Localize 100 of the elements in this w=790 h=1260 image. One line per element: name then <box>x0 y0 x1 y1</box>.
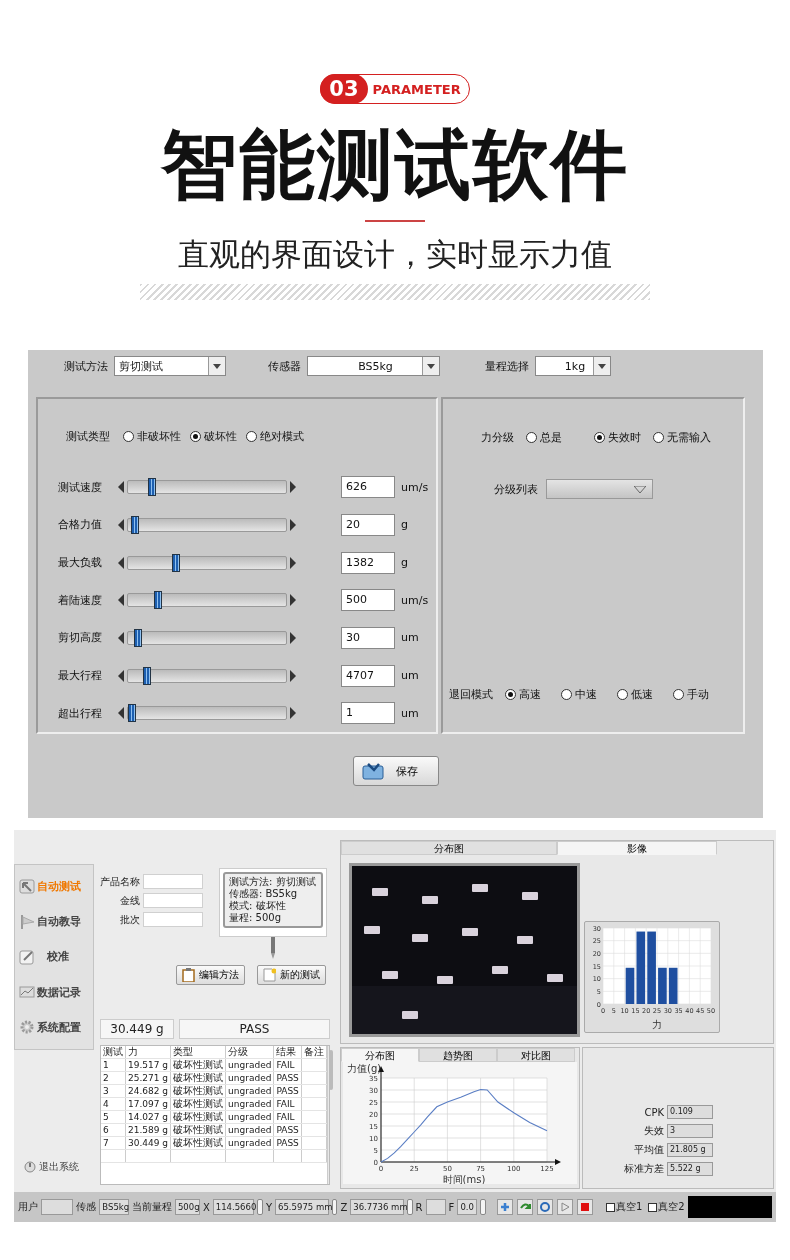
radio-option[interactable]: 失效时 <box>594 429 641 445</box>
page-title: 智能测试软件 <box>161 120 629 210</box>
input-field[interactable]: 500g <box>174 1199 200 1215</box>
slider-handle[interactable] <box>480 1199 486 1215</box>
stop-button[interactable] <box>576 1199 593 1215</box>
radio-icon[interactable] <box>673 688 684 700</box>
column-header: 结果 <box>273 1046 302 1059</box>
slider[interactable] <box>127 630 287 645</box>
slider-thumb[interactable] <box>134 628 142 647</box>
probe-drawing <box>269 937 277 959</box>
slider[interactable] <box>127 555 287 570</box>
section-number: 03 <box>320 74 368 104</box>
radio-option[interactable]: 非破坏性 <box>123 429 181 445</box>
input-field[interactable]: 4707 <box>341 664 395 687</box>
slider-thumb[interactable] <box>128 704 136 723</box>
slider[interactable] <box>127 480 287 495</box>
table-cell: 7 <box>101 1136 126 1150</box>
input-field[interactable]: 30 <box>341 626 395 649</box>
slider[interactable] <box>127 593 287 608</box>
table-cell: 破坏性测试 <box>170 1110 226 1124</box>
checkbox[interactable]: 真空1 <box>605 1200 643 1214</box>
input-field[interactable]: 500 <box>341 589 395 612</box>
unit-label: um/s <box>401 593 429 607</box>
dropdown[interactable]: BS5kg <box>307 356 440 376</box>
radio-option[interactable]: 高速 <box>505 686 541 702</box>
add-button[interactable] <box>496 1199 513 1215</box>
input-field[interactable] <box>143 893 203 908</box>
tab[interactable]: 分布图 <box>341 1048 419 1062</box>
radio-option[interactable]: 无需输入 <box>653 429 711 445</box>
radio-icon[interactable] <box>653 431 664 443</box>
slider[interactable] <box>127 706 287 721</box>
slider-thumb[interactable] <box>153 591 162 610</box>
radio-option[interactable]: 破坏性 <box>190 429 237 445</box>
radio-icon[interactable] <box>617 688 628 700</box>
checkbox[interactable]: 真空2 <box>648 1200 685 1214</box>
tab[interactable]: 分布图 <box>341 841 557 855</box>
dropdown[interactable]: 剪切测试 <box>114 356 226 376</box>
input-field[interactable]: BS5kg <box>99 1199 129 1215</box>
exit-button[interactable]: 退出系统 <box>14 1160 94 1174</box>
checkbox-icon[interactable] <box>648 1202 658 1212</box>
table-cell: ungraded <box>225 1136 274 1150</box>
play-icon <box>558 1201 571 1213</box>
radio-icon[interactable] <box>505 688 516 700</box>
slider[interactable] <box>127 668 287 683</box>
input-field[interactable]: 0.0 <box>457 1199 478 1215</box>
table-cell: PASS <box>273 1084 302 1098</box>
unit-label: um <box>401 631 419 645</box>
radio-option[interactable]: 中速 <box>561 686 597 702</box>
result-display: PASS <box>179 1019 330 1039</box>
slider[interactable] <box>127 517 287 532</box>
tab[interactable]: 趋势图 <box>419 1048 497 1062</box>
new-test-button[interactable]: 新的测试 <box>257 965 326 985</box>
radio-icon[interactable] <box>594 431 605 443</box>
refresh-icon <box>538 1201 551 1213</box>
tab[interactable]: 影像 <box>557 841 717 855</box>
slider-thumb[interactable] <box>171 553 180 572</box>
dropdown[interactable]: 1kg <box>535 356 611 376</box>
refresh-button[interactable] <box>536 1199 553 1215</box>
input-field[interactable]: 20 <box>341 513 395 536</box>
radio-option[interactable]: 总是 <box>526 429 562 445</box>
save-button[interactable]: 保存 <box>352 756 439 786</box>
input-field[interactable] <box>425 1199 446 1215</box>
table-cell: ungraded <box>225 1110 274 1124</box>
radio-icon[interactable] <box>123 431 134 443</box>
tab[interactable]: 对比图 <box>497 1048 575 1062</box>
slider-thumb[interactable] <box>131 515 139 534</box>
slider-handle[interactable] <box>407 1199 413 1215</box>
axis-title: 力值(g) <box>347 1063 382 1074</box>
field-label: 力分级 <box>481 429 514 445</box>
slider-handle[interactable] <box>257 1199 263 1215</box>
input-field[interactable]: 1 <box>341 702 395 725</box>
axis-title: 时间(ms) <box>442 1174 486 1184</box>
radio-option[interactable]: 绝对模式 <box>246 429 304 445</box>
table-cell: 24.682 g <box>125 1084 171 1098</box>
sidebar-item[interactable]: 自动教导 <box>19 913 93 930</box>
input-field[interactable] <box>41 1199 74 1215</box>
radio-icon[interactable] <box>526 431 537 443</box>
slider-thumb[interactable] <box>143 666 151 685</box>
radio-icon[interactable] <box>561 688 572 700</box>
stat-label: CPK <box>644 1106 664 1118</box>
edit-method-button[interactable]: 编辑方法 <box>176 965 245 985</box>
slider-handle[interactable] <box>331 1199 338 1215</box>
radio-option[interactable]: 低速 <box>617 686 653 702</box>
table-cell: ungraded <box>225 1123 274 1137</box>
radio-icon[interactable] <box>246 431 257 443</box>
sidebar-item[interactable]: 系统配置 <box>19 1019 93 1036</box>
sidebar-item[interactable]: 数据记录 <box>19 984 93 1001</box>
input-field[interactable] <box>143 912 203 927</box>
forward-button[interactable] <box>516 1199 533 1215</box>
input-field[interactable]: 36.7736 mm <box>350 1199 405 1215</box>
radio-option[interactable]: 手动 <box>673 686 709 702</box>
radio-icon[interactable] <box>190 431 201 443</box>
input-field[interactable] <box>143 874 203 889</box>
slider-thumb[interactable] <box>147 478 156 497</box>
input-field[interactable]: 114.5660 <box>212 1199 255 1215</box>
input-field[interactable]: 1382 <box>341 551 395 574</box>
checkbox-icon[interactable] <box>605 1202 615 1212</box>
input-field[interactable]: 626 <box>341 476 395 499</box>
table-cell: 5 <box>101 1110 126 1124</box>
sidebar-item[interactable]: 校准 <box>19 948 93 965</box>
